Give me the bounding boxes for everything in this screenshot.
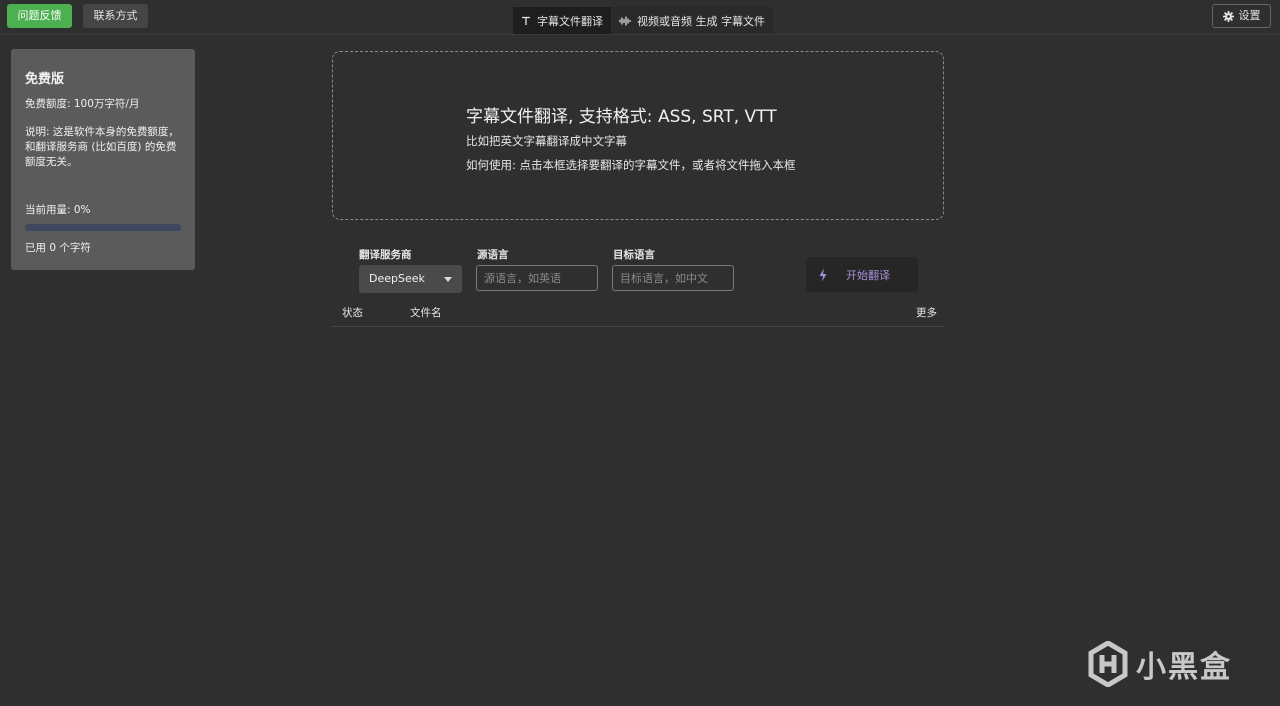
gear-icon [1222, 10, 1234, 22]
tab-label: 字幕文件翻译 [537, 14, 603, 28]
heybox-logo-icon [1088, 641, 1128, 687]
source-language-label: 源语言 [477, 249, 509, 261]
start-translate-button[interactable]: 开始翻译 [806, 257, 918, 292]
usage-text: 当前用量: 0% [25, 204, 91, 216]
start-translate-label: 开始翻译 [846, 268, 890, 282]
provider-label: 翻译服务商 [359, 249, 412, 261]
text-icon [522, 16, 530, 25]
tab-label: 视频或音频 生成 字幕文件 [637, 14, 765, 28]
quota-limit: 免费额度: 100万字符/月 [25, 98, 140, 110]
mode-tabs: 字幕文件翻译 视频或音频 生成 字幕文件 [513, 7, 773, 34]
usage-progress-bar [25, 224, 181, 231]
target-language-input[interactable] [612, 265, 734, 291]
column-more: 更多 [916, 307, 937, 319]
watermark: 小黑盒 [1088, 641, 1232, 687]
plan-title: 免费版 [25, 72, 65, 87]
watermark-text: 小黑盒 [1136, 650, 1232, 685]
lightning-icon [819, 268, 827, 281]
dropzone-howto: 如何使用: 点击本框选择要翻译的字幕文件，或者将文件拖入本框 [466, 158, 796, 172]
used-chars: 已用 0 个字符 [25, 242, 91, 254]
caret-down-icon [444, 277, 452, 282]
feedback-button[interactable]: 问题反馈 [7, 4, 72, 28]
tab-generate-subtitle[interactable]: 视频或音频 生成 字幕文件 [611, 7, 773, 34]
file-drop-zone[interactable]: 字幕文件翻译, 支持格式: ASS, SRT, VTT 比如把英文字幕翻译成中文… [332, 51, 944, 220]
source-language-input[interactable] [476, 265, 598, 291]
dropzone-title: 字幕文件翻译, 支持格式: ASS, SRT, VTT [466, 107, 777, 127]
dropzone-example: 比如把英文字幕翻译成中文字幕 [466, 134, 627, 148]
quota-description: 说明: 这是软件本身的免费额度，和翻译服务商 (比如百度) 的免费额度无关。 [25, 126, 179, 168]
settings-button[interactable]: 设置 [1212, 4, 1271, 28]
target-language-label: 目标语言 [613, 249, 655, 261]
top-bar: 问题反馈 联系方式 字幕文件翻译 视频或音频 生成 字幕文件 设置 [0, 0, 1280, 35]
file-table-header: 状态 文件名 更多 [332, 300, 944, 327]
quota-panel: 免费版 免费额度: 100万字符/月 说明: 这是软件本身的免费额度，和翻译服务… [11, 49, 195, 270]
tab-subtitle-translate[interactable]: 字幕文件翻译 [513, 7, 611, 34]
waveform-icon [619, 16, 631, 25]
column-status: 状态 [342, 307, 363, 319]
column-filename: 文件名 [410, 307, 442, 319]
settings-label: 设置 [1238, 9, 1261, 22]
provider-value: DeepSeek [369, 272, 425, 285]
provider-select[interactable]: DeepSeek [359, 265, 462, 293]
contact-button[interactable]: 联系方式 [83, 4, 148, 28]
